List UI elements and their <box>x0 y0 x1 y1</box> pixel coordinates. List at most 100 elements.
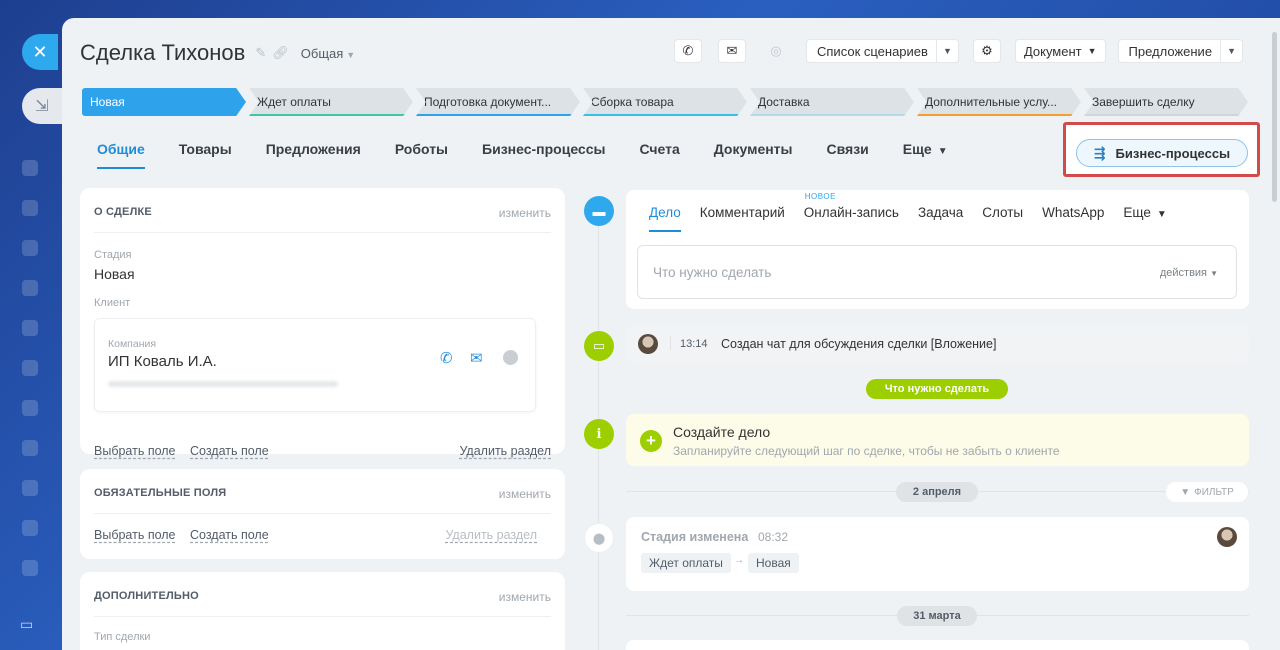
activity-input[interactable]: Что нужно сделать действия ▼ <box>637 245 1237 299</box>
document-button[interactable]: Документ ▼ <box>1014 39 1106 63</box>
close-icon[interactable]: ✕ <box>22 34 58 70</box>
gear-icon[interactable]: ⚙ <box>972 39 1001 63</box>
info-icon: i <box>584 419 614 449</box>
actions-label: действия <box>1159 267 1208 279</box>
sidebar-icon[interactable] <box>22 280 38 296</box>
sidebar-icon[interactable] <box>22 360 38 376</box>
tab-online-booking[interactable]: НОВОЕ Онлайн-запись <box>804 192 899 232</box>
stage-item[interactable]: Ждет оплаты <box>249 88 413 116</box>
arrow-right-icon: → <box>734 555 744 566</box>
create-field-link[interactable]: Создать поле <box>190 528 269 542</box>
sidebar-icon[interactable] <box>22 400 38 416</box>
stage-to-tag: Новая <box>748 553 799 573</box>
editor-tabs: Дело Комментарий НОВОЕ Онлайн-запись Зад… <box>649 192 1186 232</box>
card-links: Выбрать поле Создать поле Удалить раздел <box>94 444 551 458</box>
edit-link[interactable]: изменить <box>499 590 551 604</box>
tab-activity[interactable]: Дело <box>649 205 681 232</box>
scenarios-label: Список сценариев <box>817 43 928 59</box>
card-title: ОБЯЗАТЕЛЬНЫЕ ПОЛЯ <box>94 487 227 499</box>
client-card[interactable]: Компания ИП Коваль И.А. ✆ ✉ <box>94 318 536 412</box>
sidebar-icon[interactable] <box>22 560 38 576</box>
tab-proposals[interactable]: Предложения <box>266 141 361 169</box>
create-field-link[interactable]: Создать поле <box>190 444 269 458</box>
sidebar-icon[interactable] <box>22 320 38 336</box>
select-field-link[interactable]: Выбрать поле <box>94 528 176 542</box>
business-process-icon: ⇶ <box>1093 144 1106 161</box>
client-label: Клиент <box>94 297 131 309</box>
divider <box>94 616 551 617</box>
phone-icon[interactable]: ✆ <box>440 349 453 367</box>
sidebar-icon[interactable] <box>22 520 38 536</box>
sidebar-icon[interactable] <box>22 440 38 456</box>
tab-comment[interactable]: Комментарий <box>700 205 785 232</box>
deal-type-label: Тип сделки <box>94 631 151 643</box>
add-icon[interactable]: + <box>640 430 662 452</box>
filter-label: ФИЛЬТР <box>1194 486 1234 498</box>
create-activity-item[interactable]: + Создайте дело Запланируйте следующий ш… <box>626 414 1249 466</box>
stage-item[interactable]: Новая <box>82 88 246 116</box>
scrollbar[interactable] <box>1272 32 1277 202</box>
tab-invoices[interactable]: Счета <box>639 141 679 169</box>
deal-tabs: Общие Товары Предложения Роботы Бизнес-п… <box>97 141 982 169</box>
category-selector[interactable]: Общая ▼ <box>301 46 355 61</box>
chevron-down-icon: ▼ <box>937 146 948 157</box>
tab-more[interactable]: Еще ▼ <box>903 141 948 169</box>
edit-link[interactable]: изменить <box>499 487 551 501</box>
timeline-item <box>626 640 1249 650</box>
tab-business-processes[interactable]: Бизнес-процессы <box>482 141 605 169</box>
filter-button[interactable]: ▼ ФИЛЬТР <box>1166 482 1248 502</box>
scenarios-button[interactable]: Список сценариев ▼ <box>806 39 959 63</box>
stage-item[interactable]: Сборка товара <box>583 88 747 116</box>
chevron-down-icon[interactable]: ▼ <box>935 40 958 62</box>
stage-item[interactable]: Дополнительные услу... <box>917 88 1081 116</box>
edit-icon[interactable]: ✎ <box>255 45 266 61</box>
select-field-link[interactable]: Выбрать поле <box>94 444 176 458</box>
left-sidebar: ✕ ⇲ ▭ <box>0 0 62 650</box>
sidebar-icon[interactable] <box>22 480 38 496</box>
proposal-button[interactable]: Предложение ▼ <box>1117 39 1244 63</box>
minimize-icon[interactable]: ⇲ <box>22 88 62 124</box>
card-title: ДОПОЛНИТЕЛЬНО <box>94 590 199 602</box>
tab-general[interactable]: Общие <box>97 141 145 169</box>
stage-value: Новая <box>94 266 135 282</box>
title-row: Сделка Тихонов ✎ 🔗︎ Общая ▼ <box>80 40 355 66</box>
mail-icon[interactable]: ✉ <box>718 39 746 63</box>
sidebar-icon[interactable] <box>22 240 38 256</box>
tab-products[interactable]: Товары <box>179 141 232 169</box>
stage-item[interactable]: Завершить сделку <box>1084 88 1248 116</box>
contact-details-blurred <box>108 381 338 387</box>
chat-icon[interactable]: ◎ <box>762 39 790 63</box>
stage-item[interactable]: Подготовка документ... <box>416 88 580 116</box>
sidebar-icon[interactable] <box>22 160 38 176</box>
tab-links[interactable]: Связи <box>827 141 869 169</box>
stage-item[interactable]: Доставка <box>750 88 914 116</box>
card-links: Выбрать поле Создать поле Удалить раздел <box>94 528 551 542</box>
tab-robots[interactable]: Роботы <box>395 141 448 169</box>
date-separator: 2 апреля <box>896 482 978 502</box>
company-name[interactable]: ИП Коваль И.А. <box>108 353 217 370</box>
chevron-down-icon[interactable]: ▼ <box>1220 40 1242 62</box>
chat-icon[interactable] <box>503 350 518 365</box>
sidebar-icon[interactable] <box>22 200 38 216</box>
tab-whatsapp[interactable]: WhatsApp <box>1042 205 1104 232</box>
link-icon[interactable]: 🔗︎ <box>272 45 289 61</box>
edit-link[interactable]: изменить <box>499 206 551 220</box>
chat-bubble-icon: ▬ <box>584 196 614 226</box>
delete-section-link[interactable]: Удалить раздел <box>459 444 551 458</box>
additional-card: ДОПОЛНИТЕЛЬНО изменить Тип сделки <box>80 572 565 650</box>
business-process-button[interactable]: ⇶ Бизнес-процессы <box>1076 139 1248 167</box>
actions-dropdown[interactable]: действия ▼ <box>1160 267 1218 279</box>
chat-text[interactable]: Создан чат для обсуждения сделки [Вложен… <box>721 337 996 351</box>
card-title: О СДЕЛКЕ <box>94 206 152 218</box>
tab-more[interactable]: Еще ▼ <box>1123 205 1166 232</box>
chevron-down-icon: ▼ <box>346 49 356 60</box>
tab-task[interactable]: Задача <box>918 205 963 232</box>
tab-documents[interactable]: Документы <box>714 141 793 169</box>
business-process-label: Бизнес-процессы <box>1115 145 1231 161</box>
phone-icon[interactable]: ✆ <box>674 39 702 63</box>
about-deal-card: О СДЕЛКЕ изменить Стадия Новая Клиент Ко… <box>80 188 565 458</box>
tab-slots[interactable]: Слоты <box>982 205 1023 232</box>
stage-changed-title: Стадия изменена <box>641 530 749 544</box>
mail-icon[interactable]: ✉ <box>470 349 483 367</box>
print-icon[interactable]: ▭ <box>20 616 40 632</box>
